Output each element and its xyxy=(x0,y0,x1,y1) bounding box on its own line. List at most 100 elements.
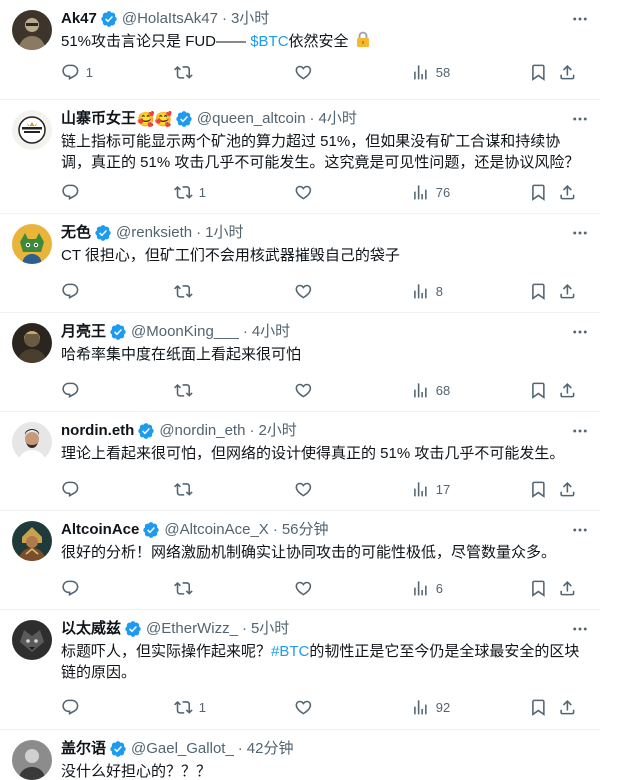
timestamp[interactable]: 4小时 xyxy=(319,109,357,129)
tweet[interactable]: 月亮王 @MoonKing___ · 4小时 哈希率集中度在纸面上看起来很可怕 … xyxy=(0,313,600,412)
share-button[interactable] xyxy=(558,378,577,402)
display-name[interactable]: 月亮王 xyxy=(61,322,106,342)
hashtag-link[interactable]: #BTC xyxy=(271,643,309,660)
views-button[interactable]: 68 xyxy=(411,378,450,402)
retweet-button[interactable] xyxy=(174,378,199,402)
view-count: 92 xyxy=(435,699,451,715)
avatar[interactable] xyxy=(12,323,52,363)
views-icon xyxy=(411,183,430,202)
reply-button[interactable]: 1 xyxy=(61,60,93,84)
avatar[interactable] xyxy=(12,10,52,50)
bookmark-button[interactable] xyxy=(529,279,548,303)
share-button[interactable] xyxy=(558,60,577,84)
avatar[interactable] xyxy=(12,740,52,780)
like-icon xyxy=(294,63,313,82)
like-button[interactable] xyxy=(294,576,319,600)
share-button[interactable] xyxy=(558,279,577,303)
like-button[interactable] xyxy=(294,180,319,204)
avatar[interactable] xyxy=(12,224,52,264)
views-button[interactable]: 76 xyxy=(411,180,450,204)
views-button[interactable]: 8 xyxy=(411,279,443,303)
display-name[interactable]: 以太威兹 xyxy=(61,619,121,639)
cashtag-link[interactable]: $BTC xyxy=(250,33,288,50)
like-button[interactable] xyxy=(294,378,319,402)
reply-button[interactable] xyxy=(61,279,86,303)
bookmark-button[interactable] xyxy=(529,477,548,501)
share-button[interactable] xyxy=(558,477,577,501)
user-handle[interactable]: @EtherWizz_ xyxy=(146,619,238,639)
user-handle[interactable]: @nordin_eth xyxy=(159,421,245,441)
retweet-button[interactable]: 1 xyxy=(174,695,206,719)
separator-dot: · xyxy=(249,422,255,439)
timestamp[interactable]: 1小时 xyxy=(205,223,243,243)
views-button[interactable]: 58 xyxy=(411,60,450,84)
user-handle[interactable]: @Gael_Gallot_ xyxy=(131,739,234,759)
retweet-button[interactable] xyxy=(174,60,199,84)
tweet[interactable]: Ak47 @HolaItsAk47 · 3小时 51%攻击言论只是 FUD—— … xyxy=(0,0,600,100)
tweet[interactable]: nordin.eth @nordin_eth · 2小时 理论上看起来很可怕，但… xyxy=(0,412,600,511)
tweet[interactable]: 盖尔语 @Gael_Gallot_ · 42分钟 没什么好担心的？？？ xyxy=(0,730,600,780)
retweet-button[interactable] xyxy=(174,576,199,600)
user-handle[interactable]: @AltcoinAce_X xyxy=(164,520,268,540)
retweet-button[interactable] xyxy=(174,279,199,303)
more-icon[interactable] xyxy=(570,520,590,540)
like-button[interactable] xyxy=(294,477,319,501)
retweet-button[interactable]: 1 xyxy=(174,180,206,204)
timestamp[interactable]: 4小时 xyxy=(252,322,290,342)
views-icon xyxy=(411,480,430,499)
user-handle[interactable]: @renksieth xyxy=(116,223,192,243)
like-button[interactable] xyxy=(294,695,319,719)
timestamp[interactable]: 5小时 xyxy=(251,619,289,639)
like-button[interactable] xyxy=(294,279,319,303)
user-handle[interactable]: @MoonKing___ xyxy=(131,322,239,342)
share-button[interactable] xyxy=(558,576,577,600)
timestamp[interactable]: 42分钟 xyxy=(247,739,294,759)
bookmark-icon xyxy=(529,282,548,301)
tweet[interactable]: 无色 @renksieth · 1小时 CT 很担心，但矿工们不会用核武器摧毁自… xyxy=(0,214,600,313)
bookmark-button[interactable] xyxy=(529,378,548,402)
retweet-count: 1 xyxy=(198,699,206,715)
tweet[interactable]: AltcoinAce @AltcoinAce_X · 56分钟 很好的分析！网络… xyxy=(0,511,600,610)
display-name[interactable]: AltcoinAce xyxy=(61,520,139,540)
reply-button[interactable] xyxy=(61,576,86,600)
display-name[interactable]: 无色 xyxy=(61,223,91,243)
more-icon[interactable] xyxy=(570,619,590,639)
more-icon[interactable] xyxy=(570,322,590,342)
tweet[interactable]: 山寨币女王 🥰🥰 @queen_altcoin · 4小时 链上指标可能显示两个… xyxy=(0,100,600,214)
timestamp[interactable]: 3小时 xyxy=(231,9,269,29)
more-icon[interactable] xyxy=(570,421,590,441)
bookmark-button[interactable] xyxy=(529,695,548,719)
user-handle[interactable]: @queen_altcoin xyxy=(197,109,306,129)
share-button[interactable] xyxy=(558,695,577,719)
view-count: 76 xyxy=(435,184,451,200)
reply-button[interactable] xyxy=(61,477,86,501)
user-handle[interactable]: @HolaItsAk47 xyxy=(122,9,218,29)
display-name[interactable]: Ak47 xyxy=(61,9,97,29)
reply-icon xyxy=(61,282,80,301)
avatar[interactable] xyxy=(12,422,52,462)
timestamp[interactable]: 56分钟 xyxy=(282,520,329,540)
reply-button[interactable] xyxy=(61,695,86,719)
like-button[interactable] xyxy=(294,60,319,84)
avatar[interactable] xyxy=(12,110,52,150)
views-button[interactable]: 17 xyxy=(411,477,450,501)
more-icon[interactable] xyxy=(570,223,590,243)
more-icon[interactable] xyxy=(570,9,590,29)
share-button[interactable] xyxy=(558,180,577,204)
more-icon[interactable] xyxy=(570,109,590,129)
display-name[interactable]: 山寨币女王 xyxy=(61,109,136,129)
display-name[interactable]: nordin.eth xyxy=(61,421,134,441)
views-button[interactable]: 6 xyxy=(411,576,443,600)
reply-button[interactable] xyxy=(61,378,86,402)
bookmark-button[interactable] xyxy=(529,576,548,600)
retweet-button[interactable] xyxy=(174,477,199,501)
bookmark-button[interactable] xyxy=(529,180,548,204)
tweet[interactable]: 以太威兹 @EtherWizz_ · 5小时 标题吓人，但实际操作起来呢？#BT… xyxy=(0,610,600,730)
display-name[interactable]: 盖尔语 xyxy=(61,739,106,759)
views-button[interactable]: 92 xyxy=(411,695,450,719)
avatar[interactable] xyxy=(12,521,52,561)
avatar[interactable] xyxy=(12,620,52,660)
timestamp[interactable]: 2小时 xyxy=(258,421,296,441)
reply-button[interactable] xyxy=(61,180,86,204)
bookmark-button[interactable] xyxy=(529,60,548,84)
